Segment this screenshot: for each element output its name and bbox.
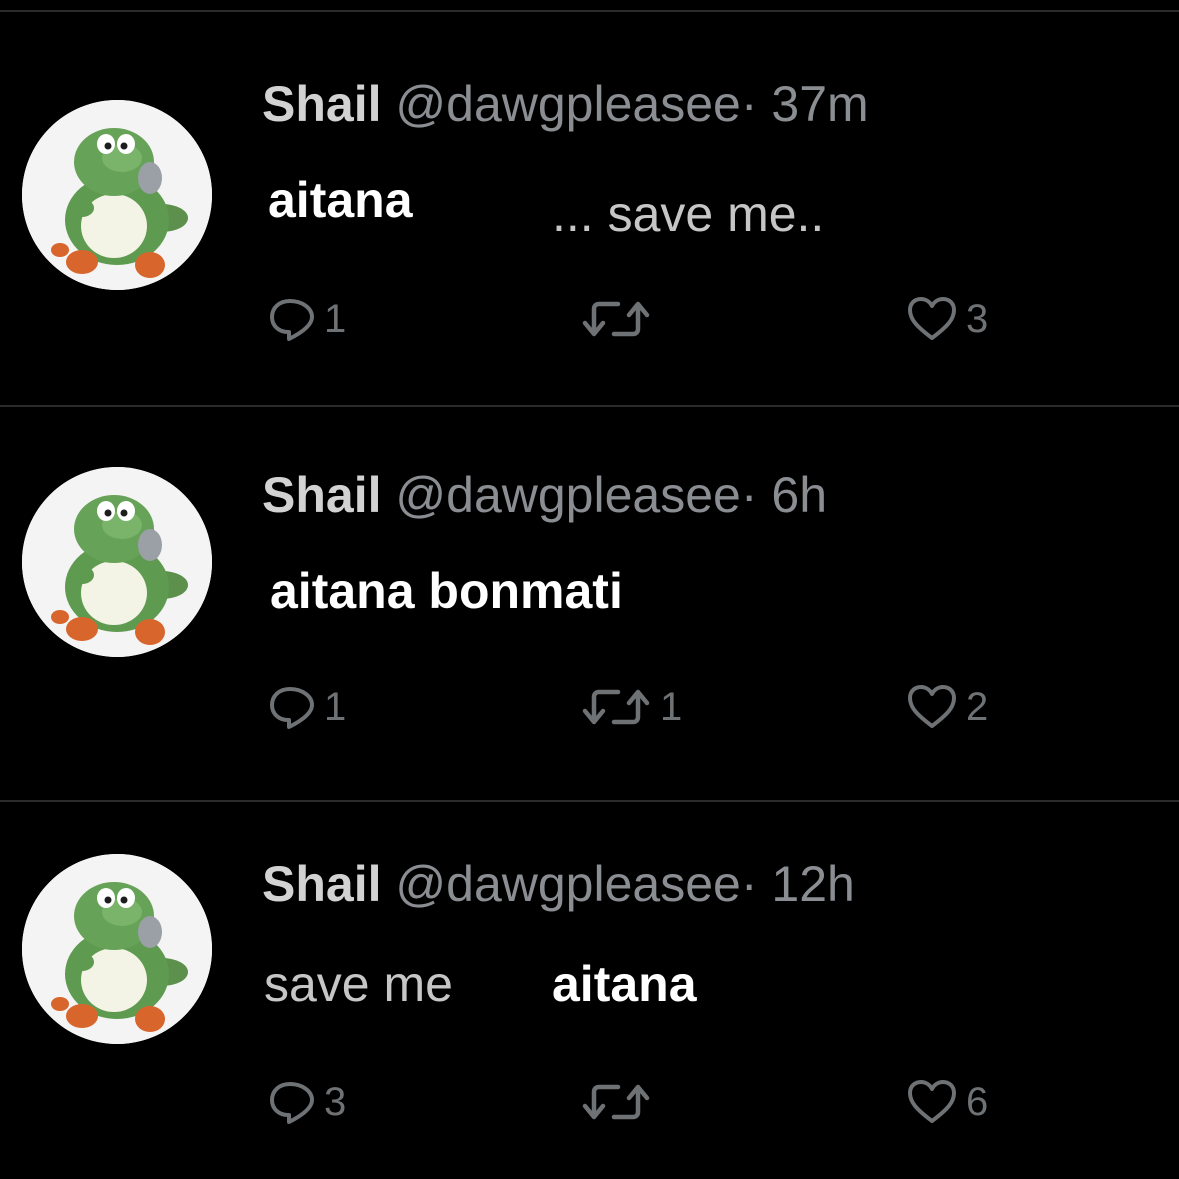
tweet-3[interactable]: Shail @dawgpleasee· 12h save me aitana 3… — [0, 802, 1179, 1179]
like-button[interactable]: 2 — [906, 683, 988, 731]
retweet-button[interactable] — [580, 295, 660, 343]
retweet-arrows-icon — [580, 295, 652, 343]
reply-count: 1 — [324, 297, 347, 341]
tweet-text: ... save me.. — [552, 186, 825, 242]
timestamp[interactable]: 37m — [771, 76, 868, 132]
display-name[interactable]: Shail — [262, 76, 381, 132]
avatar[interactable] — [22, 100, 212, 290]
reply-button[interactable]: 1 — [268, 295, 346, 343]
avatar[interactable] — [22, 854, 212, 1044]
speech-bubble-icon — [268, 1078, 316, 1126]
reply-count: 3 — [324, 1080, 347, 1124]
avatar[interactable] — [22, 467, 212, 657]
overlay-text: aitana bonmati — [270, 563, 623, 619]
timestamp[interactable]: 6h — [771, 467, 827, 523]
overlay-text: aitana — [552, 956, 697, 1012]
retweet-count: 1 — [660, 685, 683, 729]
overlay-text: aitana — [268, 172, 413, 228]
retweet-button[interactable]: 1 — [580, 683, 682, 731]
speech-bubble-icon — [268, 295, 316, 343]
reply-button[interactable]: 3 — [268, 1078, 346, 1126]
reply-count: 1 — [324, 685, 347, 729]
like-count: 6 — [966, 1080, 989, 1124]
heart-outline-icon — [906, 1078, 958, 1126]
heart-outline-icon — [906, 683, 958, 731]
tweet-1[interactable]: Shail @dawgpleasee· 37m aitana ... save … — [0, 12, 1179, 407]
timestamp[interactable]: 12h — [771, 856, 854, 912]
like-count: 2 — [966, 685, 989, 729]
tweet-2[interactable]: Shail @dawgpleasee· 6h aitana bonmati 1 … — [0, 407, 1179, 802]
tweet-header: Shail @dawgpleasee· 37m — [262, 74, 869, 134]
separator-dot: · — [740, 856, 758, 912]
retweet-arrows-icon — [580, 683, 652, 731]
like-button[interactable]: 6 — [906, 1078, 988, 1126]
retweet-arrows-icon — [580, 1078, 652, 1126]
like-button[interactable]: 3 — [906, 295, 988, 343]
display-name[interactable]: Shail — [262, 856, 381, 912]
display-name[interactable]: Shail — [262, 467, 381, 523]
separator-dot: · — [740, 467, 758, 523]
retweet-button[interactable] — [580, 1078, 660, 1126]
handle[interactable]: @dawgpleasee — [395, 467, 740, 523]
separator-dot: · — [740, 76, 758, 132]
like-count: 3 — [966, 297, 989, 341]
handle[interactable]: @dawgpleasee — [395, 76, 740, 132]
tweet-header: Shail @dawgpleasee· 12h — [262, 854, 855, 914]
heart-outline-icon — [906, 295, 958, 343]
green-dinosaur-avatar-icon — [22, 467, 212, 657]
green-dinosaur-avatar-icon — [22, 100, 212, 290]
reply-button[interactable]: 1 — [268, 683, 346, 731]
tweet-header: Shail @dawgpleasee· 6h — [262, 465, 827, 525]
green-dinosaur-avatar-icon — [22, 854, 212, 1044]
handle[interactable]: @dawgpleasee — [395, 856, 740, 912]
speech-bubble-icon — [268, 683, 316, 731]
tweet-text: save me — [264, 956, 453, 1012]
